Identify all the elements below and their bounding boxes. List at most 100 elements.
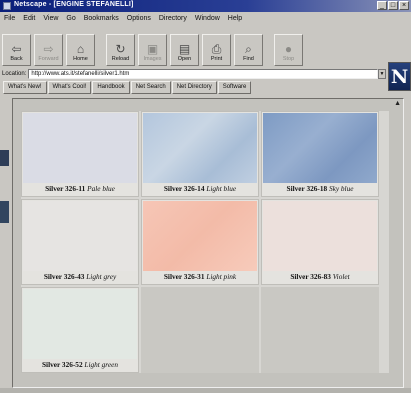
- swatch-code: Silver 326-18: [286, 184, 328, 193]
- netscape-logo[interactable]: N: [388, 62, 411, 91]
- background-window-fragment: [0, 201, 9, 223]
- open-button[interactable]: ▤ Open: [170, 34, 199, 66]
- print-label: Print: [210, 56, 223, 62]
- swatch-caption: Silver 326-11 Pale blue: [22, 184, 138, 193]
- title-bar: Netscape - [ENGINE STEFANELLI] _ □ ×: [0, 0, 411, 12]
- open-label: Open: [177, 56, 192, 62]
- swatch-caption: Silver 326-14 Light blue: [142, 184, 258, 193]
- menu-go[interactable]: Go: [66, 15, 75, 22]
- reload-button[interactable]: ↻ Reload: [106, 34, 135, 66]
- empty-cell: [141, 287, 259, 373]
- menu-edit[interactable]: Edit: [23, 15, 35, 22]
- swatch-color-name: Light green: [84, 360, 118, 369]
- swatch-code: Silver 326-14: [163, 184, 205, 193]
- swatch-cell: Silver 326-14 Light blue: [141, 111, 259, 197]
- minimize-button[interactable]: _: [377, 1, 387, 10]
- swatch-caption: Silver 326-18 Sky blue: [262, 184, 378, 193]
- fabric-swatch-image: [143, 113, 257, 183]
- maximize-button[interactable]: □: [388, 1, 398, 10]
- menu-file[interactable]: File: [4, 15, 15, 22]
- fabric-swatch-image: [263, 113, 377, 183]
- swatch-code: Silver 326-31: [163, 272, 205, 281]
- swatch-cell: Silver 326-52 Light green: [21, 287, 139, 373]
- whats-new-button[interactable]: What's New!: [3, 81, 47, 94]
- swatch-color-name: Pale blue: [87, 184, 115, 193]
- swatch-cell: Silver 326-83 Violet: [261, 199, 379, 285]
- whats-cool-button[interactable]: What's Cool!: [47, 81, 92, 94]
- swatch-caption: Silver 326-52 Light green: [22, 360, 138, 369]
- fabric-swatch-image: [143, 201, 257, 271]
- directory-buttons-bar: What's New! What's Cool! Handbook Net Se…: [3, 81, 252, 94]
- status-bar: [0, 388, 411, 393]
- swatch-cell: Silver 326-11 Pale blue: [21, 111, 139, 197]
- swatch-code: Silver 326-52: [41, 360, 83, 369]
- close-button[interactable]: ×: [399, 1, 409, 10]
- forward-arrow-icon: ⇨: [43, 42, 54, 56]
- fabric-swatch-image: [23, 113, 137, 183]
- menu-directory[interactable]: Directory: [159, 15, 187, 22]
- swatch-code: Silver 326-11: [45, 184, 86, 193]
- swatch-cell: Silver 326-31 Light pink: [141, 199, 259, 285]
- swatch-color-name: Violet: [332, 272, 350, 281]
- swatch-color-name: Sky blue: [328, 184, 354, 193]
- net-search-button[interactable]: Net Search: [130, 81, 171, 94]
- handbook-button[interactable]: Handbook: [92, 81, 130, 94]
- swatch-caption: Silver 326-31 Light pink: [142, 272, 258, 281]
- back-button[interactable]: ⇦ Back: [2, 34, 31, 66]
- swatch-caption: Silver 326-83 Violet: [262, 272, 378, 281]
- menu-view[interactable]: View: [43, 15, 58, 22]
- forward-label: Forward: [38, 56, 59, 62]
- navigation-toolbar: ⇦ Back ⇨ Forward ⌂ Home ↻ Reload ▣ Image…: [2, 26, 306, 66]
- swatch-color-name: Light blue: [206, 184, 237, 193]
- window-controls: _ □ ×: [377, 1, 409, 10]
- menu-window[interactable]: Window: [195, 15, 220, 22]
- home-icon: ⌂: [76, 42, 85, 56]
- menu-help[interactable]: Help: [228, 15, 242, 22]
- swatch-caption: Silver 326-43 Light grey: [22, 272, 138, 281]
- menu-bar: File Edit View Go Bookmarks Options Dire…: [0, 13, 411, 24]
- swatch-color-name: Light pink: [206, 272, 237, 281]
- page-content: ▲ Silver 326-11 Pale blue Silver 326-14 …: [12, 98, 404, 388]
- images-label: Images: [143, 56, 162, 62]
- back-arrow-icon: ⇦: [11, 42, 22, 56]
- home-label: Home: [73, 56, 88, 62]
- location-bar: Location: http://www.ats.it/stefanelli/s…: [2, 68, 386, 79]
- reload-label: Reload: [111, 56, 130, 62]
- images-button[interactable]: ▣ Images: [138, 34, 167, 66]
- back-label: Back: [10, 56, 23, 62]
- browser-window: Netscape - [ENGINE STEFANELLI] _ □ × Fil…: [0, 0, 411, 393]
- print-icon: ⎙: [211, 42, 222, 56]
- fabric-swatch-image: [263, 201, 377, 271]
- software-button[interactable]: Software: [217, 81, 252, 94]
- print-button[interactable]: ⎙ Print: [202, 34, 231, 66]
- stop-button[interactable]: ● Stop: [274, 34, 303, 66]
- home-button[interactable]: ⌂ Home: [66, 34, 95, 66]
- netscape-app-icon: [3, 2, 11, 10]
- url-input[interactable]: http://www.ats.it/stefanelli/silver1.htm: [28, 68, 378, 79]
- swatch-code: Silver 326-83: [290, 272, 331, 281]
- stop-label: Stop: [282, 56, 295, 62]
- find-label: Find: [243, 56, 254, 62]
- open-icon: ▤: [178, 42, 191, 56]
- location-label: Location:: [2, 70, 27, 77]
- fabric-swatch-image: [23, 201, 137, 271]
- swatch-code: Silver 326-43: [43, 272, 85, 281]
- swatch-cell: Silver 326-18 Sky blue: [261, 111, 379, 197]
- menu-bookmarks[interactable]: Bookmarks: [84, 15, 119, 22]
- url-dropdown-button[interactable]: ▼: [378, 68, 386, 79]
- images-icon: ▣: [146, 42, 159, 56]
- swatch-color-name: Light grey: [86, 272, 117, 281]
- menu-options[interactable]: Options: [127, 15, 151, 22]
- background-window-fragment: [0, 150, 9, 166]
- net-directory-button[interactable]: Net Directory: [171, 81, 217, 94]
- empty-cell: [261, 287, 379, 373]
- swatch-table: Silver 326-11 Pale blue Silver 326-14 Li…: [21, 111, 389, 373]
- find-button[interactable]: ⌕ Find: [234, 34, 263, 66]
- window-title: Netscape - [ENGINE STEFANELLI]: [14, 1, 134, 8]
- find-icon: ⌕: [245, 42, 252, 56]
- stop-icon: ●: [284, 42, 293, 56]
- scroll-up-arrow-icon[interactable]: ▲: [394, 100, 401, 107]
- swatch-cell: Silver 326-43 Light grey: [21, 199, 139, 285]
- forward-button[interactable]: ⇨ Forward: [34, 34, 63, 66]
- fabric-swatch-image: [23, 289, 137, 359]
